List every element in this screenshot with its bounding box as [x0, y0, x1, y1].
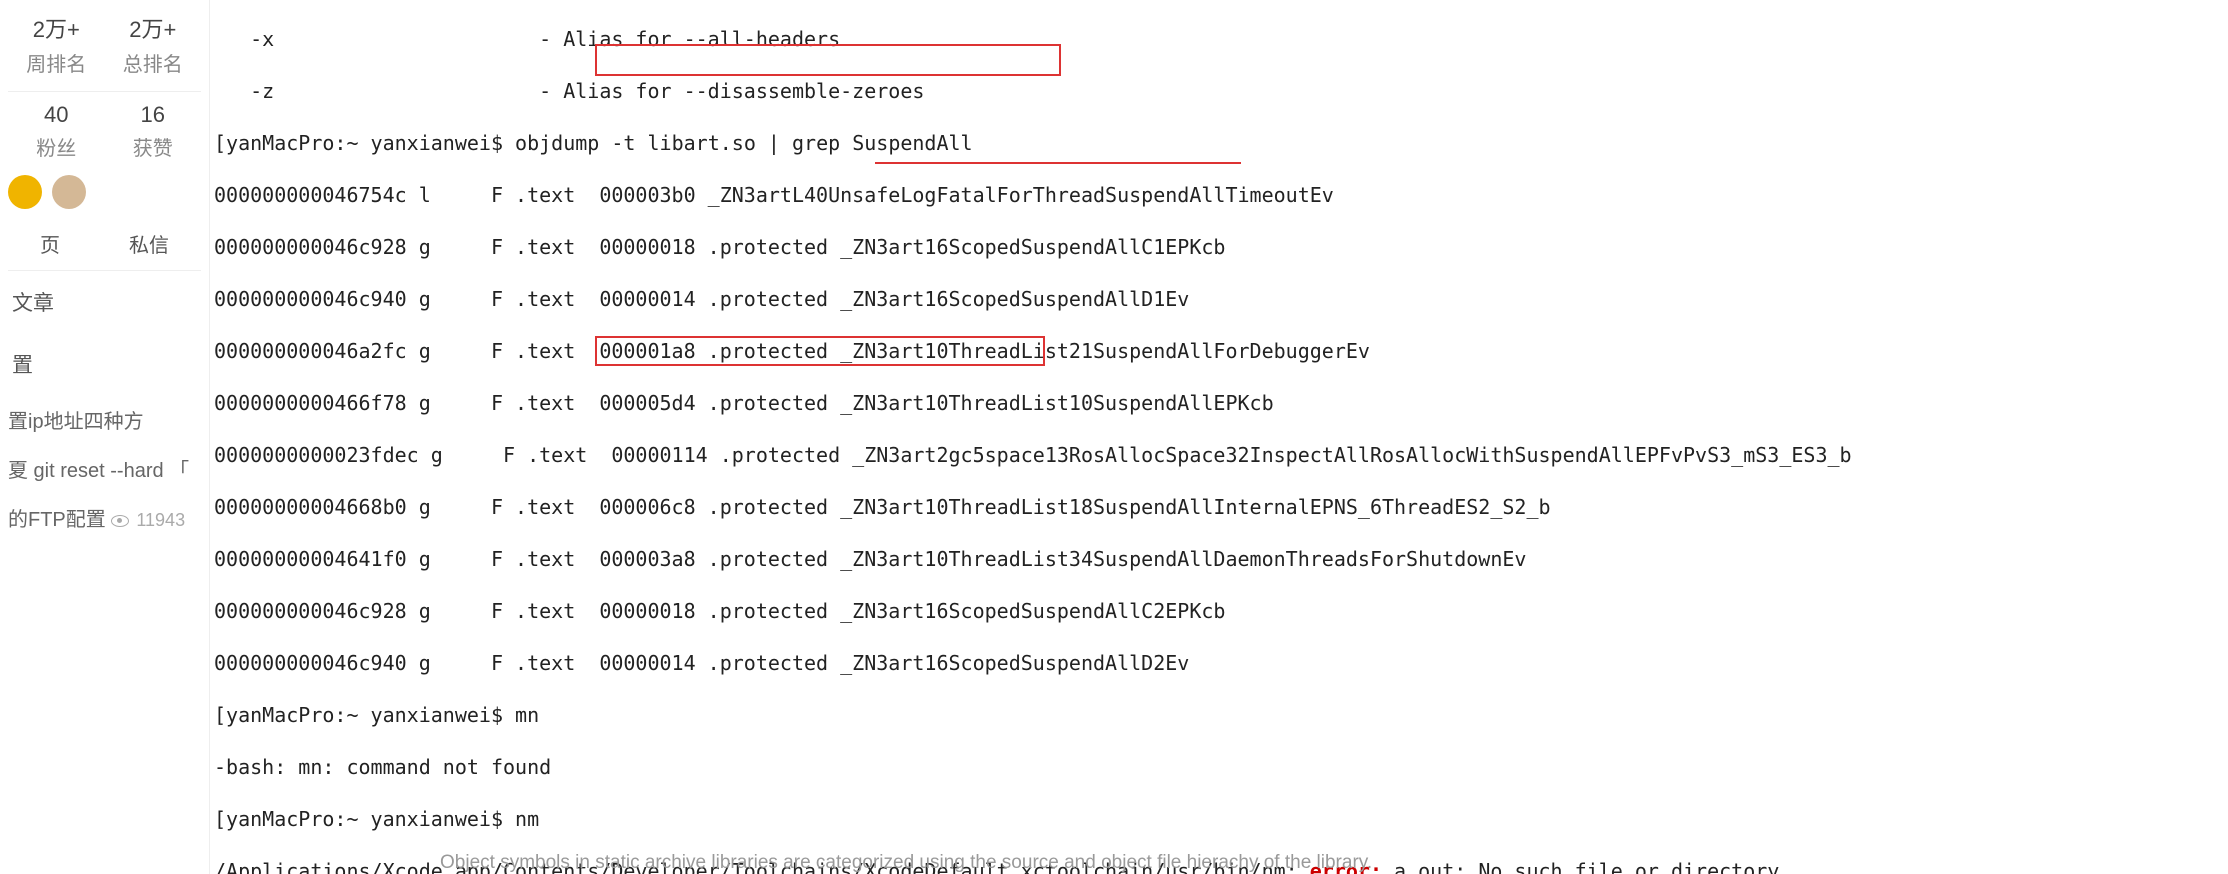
avatar-badge-2[interactable] [52, 175, 86, 209]
divider [8, 91, 201, 92]
bottom-hint-text: Object symbols in static archive librari… [210, 852, 2228, 874]
objdump-row: 000000000046c928 g F .text 00000018 .pro… [214, 234, 2224, 260]
objdump-row: 000000000046a2fc g F .text 000001a8 .pro… [214, 338, 2224, 364]
avatar-row [8, 169, 201, 221]
terminal[interactable]: -x - Alias for --all-headers -z - Alias … [210, 0, 2228, 874]
command-3: nm [503, 807, 539, 831]
stat-likes[interactable]: 16 获赞 [133, 102, 173, 161]
objdump-row: 000000000046c928 g F .text 00000018 .pro… [214, 598, 2224, 624]
stat-weekly-rank[interactable]: 2万+ 周排名 [26, 12, 86, 77]
objdump-row: 00000000004641f0 g F .text 000003a8 .pro… [214, 546, 2224, 572]
objdump-row: 00000000004668b0 g F .text 000006c8 .pro… [214, 494, 2224, 520]
objdump-row: 000000000046c940 g F .text 00000014 .pro… [214, 650, 2224, 676]
views-meta: 11943 [111, 510, 185, 530]
objdump-row: 000000000046c940 g F .text 00000014 .pro… [214, 286, 2224, 312]
avatar-badge-1[interactable] [8, 175, 42, 209]
objdump-row: 0000000000023fdec g F .text 00000114 .pr… [214, 442, 2224, 468]
views-count: 11943 [136, 510, 185, 530]
prompt-line: [yanMacPro:~ yanxianwei$ nm [214, 806, 2224, 832]
related-link-1[interactable]: 置ip地址四种方 [8, 395, 201, 444]
stats-row-1: 2万+ 周排名 2万+ 总排名 [8, 8, 201, 85]
command-1: objdump -t libart.so | grep SuspendAll [503, 131, 973, 155]
stat-total-rank[interactable]: 2万+ 总排名 [123, 12, 183, 77]
output-line: -x - Alias for --all-headers [214, 26, 2224, 52]
tab-message[interactable]: 私信 [129, 229, 169, 258]
error-line: -bash: mn: command not found [214, 754, 2224, 780]
section-icon: 置 [8, 333, 201, 395]
link-text: 的FTP配置 [8, 509, 106, 531]
command-2: mn [503, 703, 539, 727]
related-link-3[interactable]: 的FTP配置 11943 [8, 493, 201, 542]
sidebar: 2万+ 周排名 2万+ 总排名 40 粉丝 16 获赞 页 私信 文章 置 置i… [0, 0, 210, 874]
objdump-row: 0000000000466f78 g F .text 000005d4 .pro… [214, 390, 2224, 416]
stat-fans[interactable]: 40 粉丝 [36, 102, 76, 161]
prompt-line: [yanMacPro:~ yanxianwei$ mn [214, 702, 2224, 728]
stats-row-2: 40 粉丝 16 获赞 [8, 98, 201, 169]
tab-home[interactable]: 页 [40, 229, 60, 258]
prompt-line: [yanMacPro:~ yanxianwei$ objdump -t liba… [214, 130, 2224, 156]
tab-row: 页 私信 [8, 221, 201, 271]
section-articles: 文章 [8, 271, 201, 333]
highlight-underline [875, 162, 1241, 164]
related-link-2[interactable]: 夏 git reset --hard 「 [8, 444, 201, 493]
output-line: -z - Alias for --disassemble-zeroes [214, 78, 2224, 104]
eye-icon [111, 515, 129, 527]
objdump-row: 000000000046754c l F .text 000003b0 _ZN3… [214, 182, 2224, 208]
